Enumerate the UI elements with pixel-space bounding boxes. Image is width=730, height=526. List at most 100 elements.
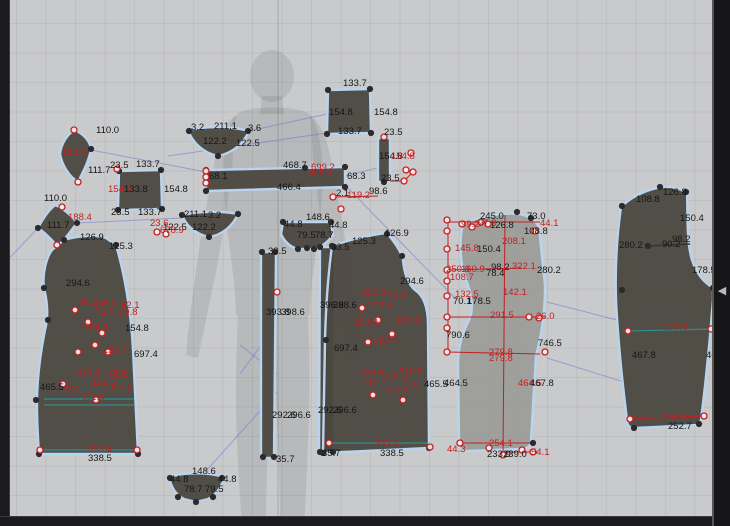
measurement-label: 119.2	[347, 190, 370, 201]
measurement-label: 254.1	[489, 438, 513, 449]
pattern-vertex[interactable]	[311, 246, 317, 252]
selection-handle[interactable]	[701, 413, 707, 419]
selection-handle[interactable]	[444, 314, 450, 320]
measurement-label: 44.3	[447, 444, 466, 455]
pattern-vertex[interactable]	[295, 246, 301, 252]
selection-handle[interactable]	[627, 416, 633, 422]
pattern-vertex[interactable]	[45, 317, 51, 323]
measurement-label: 42.1	[388, 289, 407, 300]
pattern-vertex[interactable]	[342, 164, 348, 170]
measurement-label: 468.7	[283, 160, 307, 171]
pattern-vertex[interactable]	[399, 253, 405, 259]
piece-strap-left[interactable]	[261, 252, 276, 458]
measurement-label: 23.5	[384, 127, 403, 138]
selection-handle[interactable]	[400, 397, 406, 403]
pattern-vertex[interactable]	[33, 397, 39, 403]
pattern-vertex[interactable]	[631, 425, 637, 431]
pattern-vertex[interactable]	[323, 337, 329, 343]
right-dock-bar: ◀	[712, 0, 730, 526]
selection-handle[interactable]	[526, 314, 532, 320]
selection-handle[interactable]	[444, 293, 450, 299]
selection-handle[interactable]	[444, 228, 450, 234]
measurement-label: 467.8	[632, 350, 656, 361]
measurement-label: 150.4	[477, 244, 501, 255]
panel-expand-arrow-icon[interactable]: ◀	[716, 283, 728, 299]
selection-handle[interactable]	[134, 447, 140, 453]
pattern-vertex[interactable]	[696, 421, 702, 427]
measurement-label: 99.2	[461, 219, 480, 230]
pattern-vertex[interactable]	[203, 188, 209, 194]
pattern-vertex[interactable]	[325, 87, 331, 93]
measurement-label: 68.3	[347, 171, 366, 182]
measurement-label: 338.5	[88, 453, 112, 464]
pattern-vertex[interactable]	[41, 285, 47, 291]
pattern-vertex[interactable]	[61, 237, 67, 243]
measurement-label: 122.5	[236, 138, 260, 149]
measurement-label: 73.4	[95, 307, 114, 318]
measurement-label: 154.9	[84, 322, 108, 333]
pattern-vertex[interactable]	[317, 244, 323, 250]
measurement-label: 154.9	[354, 317, 378, 328]
selection-handle[interactable]	[401, 178, 407, 184]
pattern-2d-canvas[interactable]: 110.0188.4111.7110.0188.4111.723.5133.71…	[0, 0, 730, 526]
selection-handle[interactable]	[444, 217, 450, 223]
pattern-vertex[interactable]	[304, 245, 310, 251]
selection-handle[interactable]	[338, 206, 344, 212]
pattern-vertex[interactable]	[324, 131, 330, 137]
pattern-vertex[interactable]	[368, 130, 374, 136]
measurement-label: 148.6	[306, 212, 330, 223]
selection-handle[interactable]	[75, 179, 81, 185]
measurement-label: 746.5	[538, 338, 562, 349]
selection-handle[interactable]	[59, 204, 65, 210]
selection-handle[interactable]	[542, 349, 548, 355]
measurement-label: 280.2	[619, 240, 643, 251]
selection-handle[interactable]	[403, 167, 409, 173]
selection-handle[interactable]	[54, 242, 60, 248]
selection-handle[interactable]	[370, 392, 376, 398]
selection-handle[interactable]	[274, 289, 280, 295]
selection-handle[interactable]	[75, 349, 81, 355]
selection-handle[interactable]	[71, 127, 77, 133]
selection-handle[interactable]	[365, 339, 371, 345]
measurement-label: 398.6	[281, 307, 305, 318]
pattern-vertex[interactable]	[206, 234, 212, 240]
selection-handle[interactable]	[359, 305, 365, 311]
pattern-vertex[interactable]	[367, 86, 373, 92]
pattern-vertex[interactable]	[514, 209, 520, 215]
selection-handle[interactable]	[625, 328, 631, 334]
pattern-vertex[interactable]	[530, 440, 536, 446]
selection-handle[interactable]	[326, 440, 332, 446]
measurement-label: 26.0	[536, 311, 555, 322]
measurement-label: 178.5	[467, 296, 491, 307]
pattern-vertex[interactable]	[35, 225, 41, 231]
pattern-vertex[interactable]	[619, 203, 625, 209]
measurement-label: 154.8	[391, 151, 415, 162]
selection-handle[interactable]	[92, 342, 98, 348]
measurement-label: 2.8	[404, 380, 417, 391]
measurement-label: 133.7	[103, 345, 127, 356]
pattern-vertex[interactable]	[645, 243, 651, 249]
selection-handle[interactable]	[410, 169, 416, 175]
measurement-label: 145.8	[455, 243, 479, 254]
pattern-vertex[interactable]	[235, 211, 241, 217]
measurement-label: 133.7	[136, 159, 160, 170]
pattern-vertex[interactable]	[259, 249, 265, 255]
selection-handle[interactable]	[72, 307, 78, 313]
pattern-scene: 110.0188.4111.7110.0188.4111.723.5133.71…	[0, 0, 730, 526]
pattern-vertex[interactable]	[193, 499, 199, 505]
selection-handle[interactable]	[427, 444, 433, 450]
pattern-vertex[interactable]	[88, 146, 94, 152]
measurement-label: 33.5	[268, 246, 287, 257]
pattern-vertex[interactable]	[619, 287, 625, 293]
selection-handle[interactable]	[444, 246, 450, 252]
selection-handle[interactable]	[37, 447, 43, 453]
pattern-vertex[interactable]	[215, 153, 221, 159]
pattern-vertex[interactable]	[175, 494, 181, 500]
measurement-label: 154.8	[125, 323, 149, 334]
selection-handle[interactable]	[444, 349, 450, 355]
measurement-label: 466.4	[277, 182, 301, 193]
pattern-vertex[interactable]	[260, 454, 266, 460]
measurement-label: 111.5	[82, 392, 104, 403]
left-dock-bar	[0, 0, 10, 526]
measurement-label: 29.8	[119, 307, 138, 318]
